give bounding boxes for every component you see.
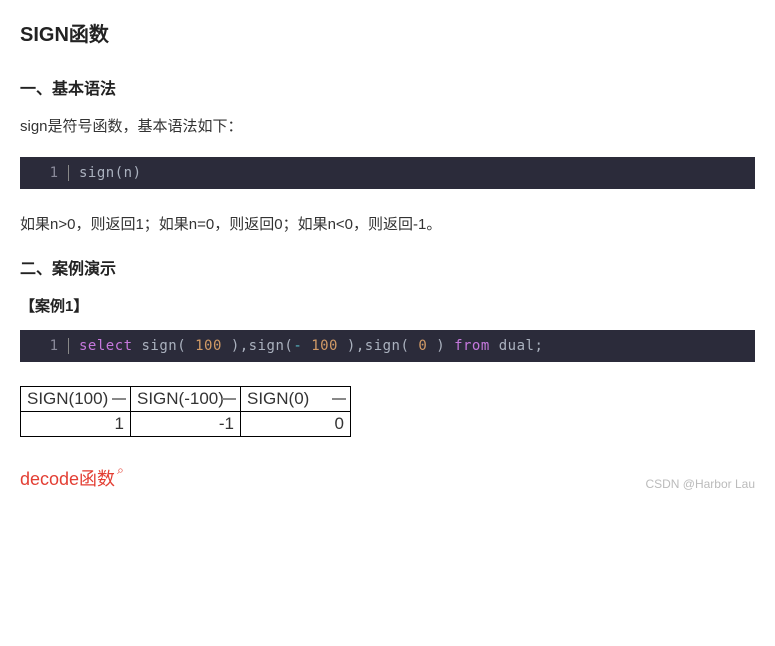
code-divider	[68, 338, 69, 354]
code-lineno: 1	[20, 338, 68, 354]
num-literal: 0	[418, 338, 427, 354]
code-text: ),sign(	[338, 338, 418, 354]
code-text: ;	[534, 338, 543, 354]
table-cell: 1	[21, 412, 131, 437]
code-content: sign(n)	[79, 165, 142, 181]
example-label: 【案例1】	[20, 295, 755, 316]
code-text: sign(n)	[79, 165, 142, 181]
kw-select: select	[79, 338, 133, 354]
num-literal: 100	[311, 338, 338, 354]
decode-link[interactable]: decode函数 ⌕	[20, 465, 124, 491]
search-icon: ⌕	[117, 463, 124, 478]
code-text: ),sign(	[222, 338, 293, 354]
table-header: SIGN(-100)	[131, 387, 241, 412]
code-lineno: 1	[20, 165, 68, 181]
table-header-row: SIGN(100) SIGN(-100) SIGN(0)	[21, 387, 351, 412]
section-heading-example: 二、案例演示	[20, 255, 755, 279]
watermark: CSDN @Harbor Lau	[645, 477, 755, 491]
code-text: )	[427, 338, 454, 354]
table-cell: 0	[241, 412, 351, 437]
syntax-intro: sign是符号函数，基本语法如下：	[20, 115, 755, 139]
section-heading-syntax: 一、基本语法	[20, 75, 755, 99]
code-block-syntax: 1 sign(n)	[20, 157, 755, 189]
code-divider	[68, 165, 69, 181]
kw-from: from	[454, 338, 490, 354]
table-header: SIGN(0)	[241, 387, 351, 412]
code-block-example: 1 select sign( 100 ),sign(- 100 ),sign( …	[20, 330, 755, 362]
num-literal: 100	[195, 338, 222, 354]
syntax-explain: 如果n>0，则返回1；如果n=0，则返回0；如果n<0，则返回-1。	[20, 213, 755, 237]
table-cell: -1	[131, 412, 241, 437]
link-text: decode函数	[20, 465, 115, 491]
table-row: 1 -1 0	[21, 412, 351, 437]
id-dual: dual	[499, 338, 535, 354]
code-content: select sign( 100 ),sign(- 100 ),sign( 0 …	[79, 338, 543, 354]
code-text: sign(	[133, 338, 196, 354]
op-minus: -	[293, 338, 311, 354]
table-header: SIGN(100)	[21, 387, 131, 412]
result-table: SIGN(100) SIGN(-100) SIGN(0) 1 -1 0	[20, 386, 351, 437]
page-title: SIGN函数	[20, 18, 755, 47]
code-text	[490, 338, 499, 354]
